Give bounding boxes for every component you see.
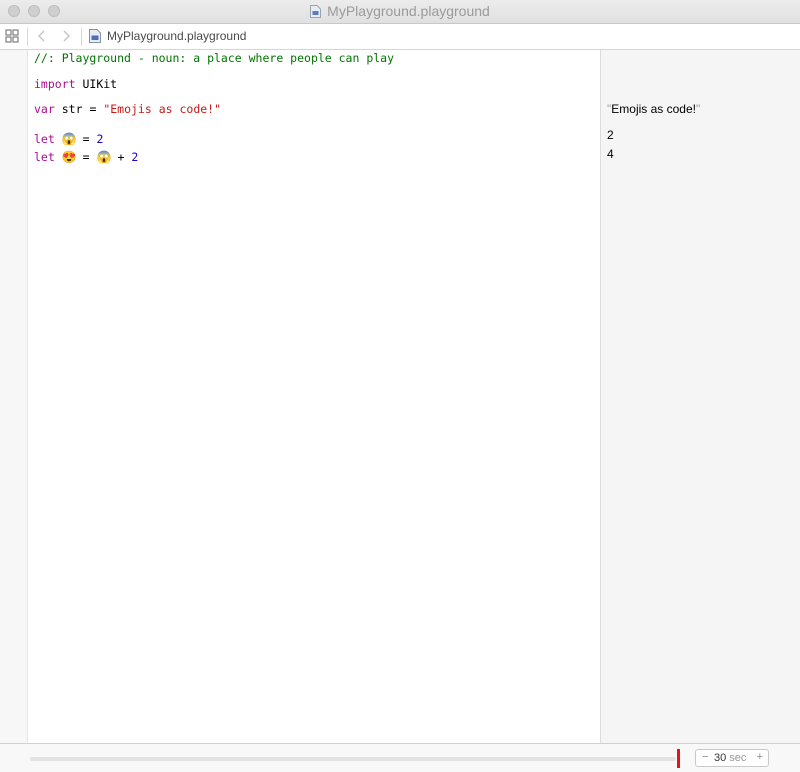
duration-value: 30 sec	[714, 752, 746, 764]
operator-equals: =	[89, 102, 97, 116]
code-line-var[interactable]: var str = "Emojis as code!"	[34, 102, 221, 116]
back-chevron-icon[interactable]	[35, 28, 49, 44]
string-literal: "Emojis as code!"	[103, 102, 222, 116]
editor-gutter	[0, 50, 28, 743]
module-name: UIKit	[82, 77, 118, 91]
scream-emoji-reference: 😱	[96, 150, 112, 164]
operator-equals: =	[82, 150, 90, 164]
related-items-grid-icon[interactable]	[5, 29, 19, 43]
result-str[interactable]: "Emojis as code!"	[607, 102, 700, 116]
result-heart[interactable]: 4	[607, 147, 614, 161]
duration-increment-button[interactable]: +	[757, 751, 763, 763]
number-literal: 2	[131, 150, 139, 164]
result-str-value: Emojis as code!	[611, 102, 696, 116]
duration-unit: sec	[729, 752, 747, 764]
quote-mark: "	[695, 102, 701, 116]
identifier-str: str	[61, 102, 83, 116]
playground-file-icon	[310, 5, 322, 21]
results-sidebar: "Emojis as code!" 2 4	[600, 50, 800, 743]
jumpbar-divider	[81, 28, 82, 46]
operator-plus: +	[117, 150, 125, 164]
forward-chevron-icon[interactable]	[59, 28, 73, 44]
code-comment: //: Playground - noun: a place where peo…	[34, 51, 395, 65]
keyword-import: import	[34, 77, 76, 91]
timeline-playhead[interactable]	[677, 749, 680, 768]
code-line-let-scream[interactable]: let 😱 = 2	[34, 132, 103, 146]
number-literal: 2	[96, 132, 104, 146]
duration-number: 30	[714, 752, 727, 764]
scream-emoji-identifier: 😱	[61, 132, 77, 146]
timeline-slider-track[interactable]	[30, 757, 676, 761]
jumpbar-file-name[interactable]: MyPlayground.playground	[107, 29, 246, 43]
window-title-text: MyPlayground.playground	[327, 3, 490, 19]
code-line-comment[interactable]: //: Playground - noun: a place where peo…	[34, 51, 394, 65]
window-titlebar: MyPlayground.playground	[0, 0, 800, 24]
duration-decrement-button[interactable]: −	[702, 751, 708, 763]
keyword-var: var	[34, 102, 55, 116]
timeline-bar: − 30 sec +	[0, 743, 800, 772]
heart-eyes-emoji-identifier: 😍	[61, 150, 77, 164]
playground-file-icon	[89, 29, 101, 48]
keyword-let: let	[34, 132, 55, 146]
operator-equals: =	[82, 132, 90, 146]
keyword-let: let	[34, 150, 55, 164]
result-scream[interactable]: 2	[607, 128, 614, 142]
code-line-import[interactable]: import UIKit	[34, 77, 117, 91]
jumpbar-divider	[27, 28, 28, 46]
jump-bar: MyPlayground.playground	[0, 24, 800, 50]
window-title: MyPlayground.playground	[0, 3, 800, 21]
duration-stepper[interactable]: − 30 sec +	[695, 749, 769, 767]
code-line-let-heart[interactable]: let 😍 = 😱 + 2	[34, 150, 138, 164]
